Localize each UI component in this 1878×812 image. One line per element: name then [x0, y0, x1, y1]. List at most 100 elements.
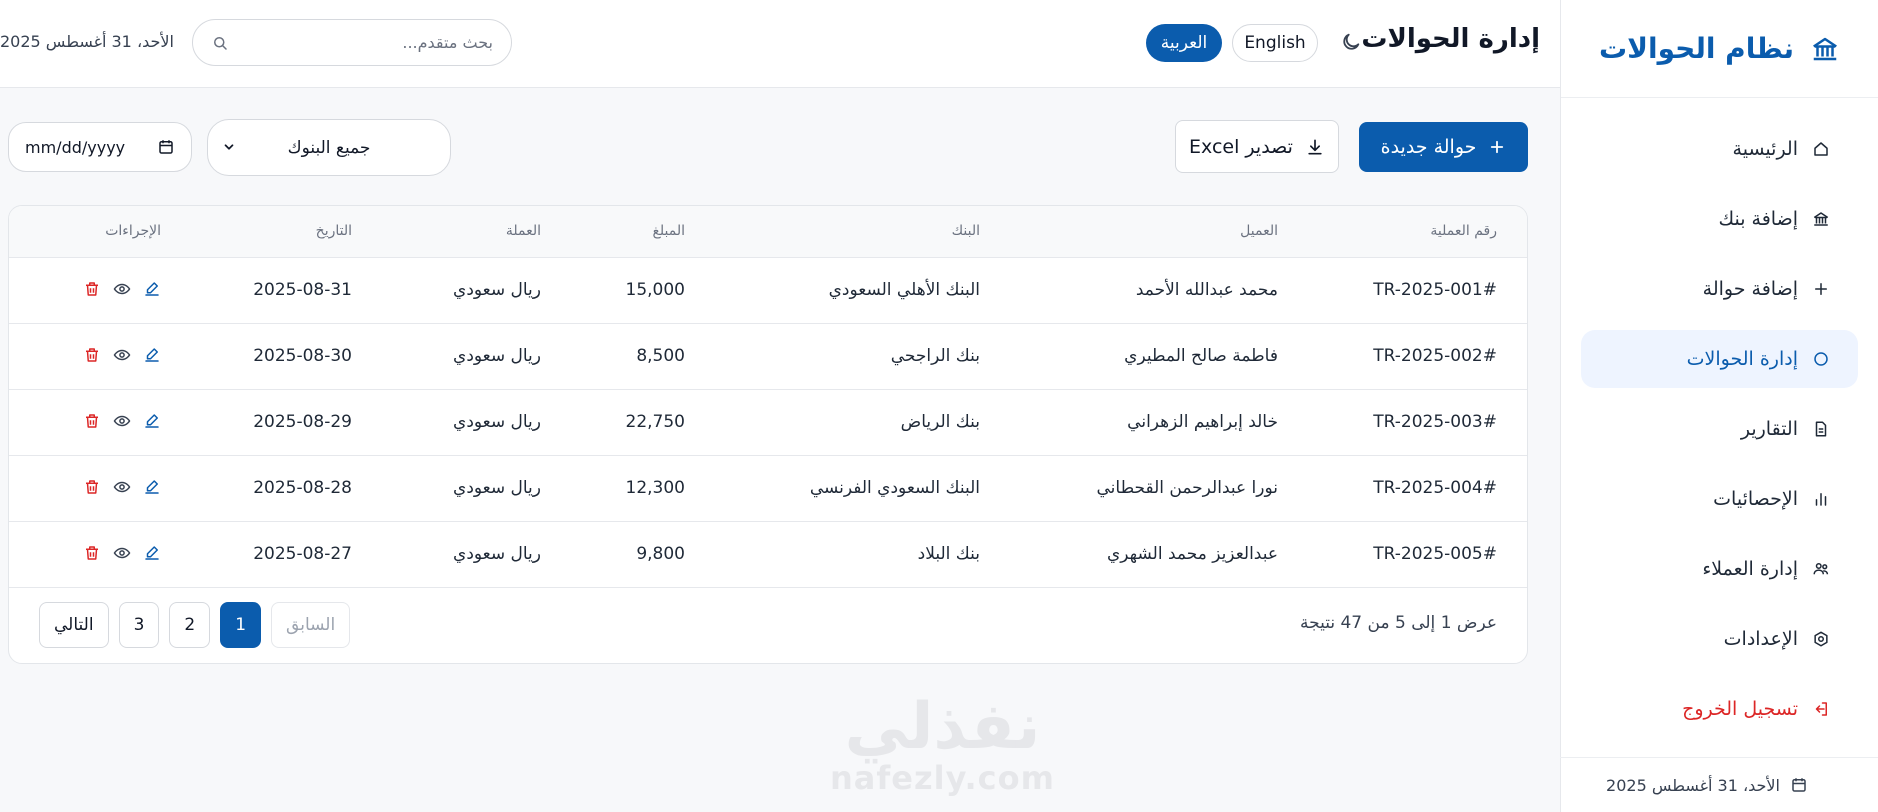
search-input[interactable]: [239, 33, 493, 52]
cell-currency: ريال سعودي: [453, 544, 541, 564]
delete-icon[interactable]: [83, 544, 101, 562]
row-actions: [83, 412, 161, 430]
circle-icon: [1814, 352, 1828, 366]
arabic-language-button[interactable]: العربية: [1146, 24, 1222, 62]
page-2-button[interactable]: 2: [169, 602, 211, 648]
table-row[interactable]: #TR-2025-003 خالد إبراهيم الزهراني بنك الر…: [9, 390, 1527, 456]
table-footer: عرض 1 إلى 5 من 47 نتيجة التالي 3 2 1 الس…: [9, 587, 1527, 663]
results-summary: عرض 1 إلى 5 من 47 نتيجة: [1299, 613, 1497, 633]
sidebar-item-add-bank[interactable]: إضافة بنك: [1581, 190, 1858, 248]
column-header-date[interactable]: التاريخ: [316, 223, 352, 239]
table-row[interactable]: #TR-2025-001 محمد عبدالله الأحمد البنك الأ…: [9, 258, 1527, 324]
watermark-arabic: نفذلي: [844, 690, 1041, 764]
sidebar-item-settings[interactable]: الإعدادات: [1581, 610, 1858, 668]
cell-id: #TR-2025-004: [1373, 478, 1497, 498]
cell-bank: بنك البلاد: [917, 544, 980, 564]
english-language-button[interactable]: English: [1232, 24, 1318, 62]
edit-icon[interactable]: [143, 478, 161, 496]
cell-bank: البنك الأهلي السعودي: [828, 280, 980, 300]
top-bar: إدارة الحوالات English العربية الأحد، 31…: [0, 0, 1560, 88]
brand[interactable]: نظام الحوالات: [1561, 0, 1878, 98]
bank-filter-value: جميع البنوك: [287, 137, 371, 158]
cell-client: فاطمة صالح المطيري: [1124, 346, 1278, 366]
view-icon[interactable]: [113, 280, 131, 298]
previous-page-button[interactable]: السابق: [271, 602, 351, 648]
cell-id: #TR-2025-001: [1373, 280, 1497, 300]
view-icon[interactable]: [113, 478, 131, 496]
date-filter-placeholder: mm/dd/yyyy: [25, 137, 126, 157]
watermark-logo: نفذلي nafezly.com: [830, 695, 1055, 797]
sidebar-item-label: إضافة حوالة: [1702, 278, 1798, 300]
delete-icon[interactable]: [83, 346, 101, 364]
sidebar-item-clients[interactable]: إدارة العملاء: [1581, 540, 1858, 598]
table-row[interactable]: #TR-2025-005 عبدالعزيز محمد الشهري بنك الب…: [9, 522, 1527, 588]
view-icon[interactable]: [113, 544, 131, 562]
cell-amount: 8,500: [636, 346, 685, 366]
sidebar-item-label: إدارة العملاء: [1702, 558, 1798, 580]
sidebar-item-statistics[interactable]: الإحصائيات: [1581, 470, 1858, 528]
search-icon: [214, 36, 227, 50]
row-actions: [83, 346, 161, 364]
edit-icon[interactable]: [143, 412, 161, 430]
bank-icon: [1813, 212, 1829, 226]
sidebar-item-label: الإعدادات: [1723, 628, 1798, 650]
cell-currency: ريال سعودي: [453, 280, 541, 300]
page-3-button[interactable]: 3: [118, 602, 160, 648]
cell-currency: ريال سعودي: [453, 346, 541, 366]
delete-icon[interactable]: [83, 280, 101, 298]
cell-bank: بنك الراجحي: [890, 346, 980, 366]
row-actions: [83, 478, 161, 496]
cell-date: 2025-08-30: [253, 346, 352, 366]
new-transfer-label: حوالة جديدة: [1380, 136, 1477, 158]
sidebar-item-label: إضافة بنك: [1718, 208, 1798, 230]
column-header-currency[interactable]: العملة: [506, 223, 541, 239]
next-page-button[interactable]: التالي: [39, 602, 109, 648]
page-1-button[interactable]: 1: [220, 602, 262, 648]
bank-filter-select[interactable]: جميع البنوك: [207, 119, 451, 176]
view-icon[interactable]: [113, 346, 131, 364]
column-header-client[interactable]: العميل: [1240, 223, 1278, 239]
cell-client: عبدالعزيز محمد الشهري: [1106, 544, 1278, 564]
cell-amount: 12,300: [625, 478, 685, 498]
sidebar-footer: الأحد، 31 أغسطس 2025: [1560, 757, 1878, 812]
column-header-id[interactable]: رقم العملية: [1430, 223, 1497, 239]
bar-chart-icon: [1815, 493, 1827, 506]
cell-id: #TR-2025-003: [1373, 412, 1497, 432]
home-icon: [1814, 142, 1828, 156]
sidebar-item-logout[interactable]: تسجيل الخروج: [1581, 680, 1858, 738]
sidebar-item-home[interactable]: الرئيسية: [1581, 120, 1858, 178]
header-date: الأحد، 31 أغسطس 2025: [0, 32, 174, 51]
toolbar: حوالة جديدة تصدير Excel جميع البنوك mm/d…: [8, 119, 1528, 176]
moon-icon[interactable]: [1340, 31, 1362, 53]
row-actions: [83, 544, 161, 562]
cell-currency: ريال سعودي: [453, 412, 541, 432]
cell-id: #TR-2025-002: [1373, 346, 1497, 366]
cell-client: خالد إبراهيم الزهراني: [1127, 412, 1278, 432]
table-row[interactable]: #TR-2025-002 فاطمة صالح المطيري بنك الراجح…: [9, 324, 1527, 390]
export-excel-button[interactable]: تصدير Excel: [1175, 120, 1339, 173]
column-header-amount[interactable]: المبلغ: [652, 223, 685, 239]
edit-icon[interactable]: [143, 544, 161, 562]
date-filter-input[interactable]: mm/dd/yyyy: [8, 122, 192, 172]
sidebar-item-label: الرئيسية: [1732, 138, 1798, 160]
table-header: رقم العملية العميل البنك المبلغ العملة ا…: [9, 206, 1527, 258]
sidebar-item-reports[interactable]: التقارير: [1581, 400, 1858, 458]
sidebar-date: الأحد، 31 أغسطس 2025: [1606, 775, 1780, 795]
column-header-bank[interactable]: البنك: [952, 223, 980, 239]
sidebar-item-add-transfer[interactable]: إضافة حوالة: [1581, 260, 1858, 318]
pagination: التالي 3 2 1 السابق: [39, 602, 351, 648]
edit-icon[interactable]: [143, 280, 161, 298]
delete-icon[interactable]: [83, 478, 101, 496]
cell-client: نورا عبدالرحمن القحطاني: [1096, 478, 1278, 498]
export-label: تصدير Excel: [1189, 135, 1293, 158]
edit-icon[interactable]: [143, 346, 161, 364]
download-icon: [1308, 139, 1322, 154]
view-icon[interactable]: [113, 412, 131, 430]
new-transfer-button[interactable]: حوالة جديدة: [1359, 122, 1528, 172]
table-row[interactable]: #TR-2025-004 نورا عبدالرحمن القحطاني البنك…: [9, 456, 1527, 522]
delete-icon[interactable]: [83, 412, 101, 430]
calendar-icon: [1792, 778, 1806, 792]
cell-amount: 9,800: [636, 544, 685, 564]
sidebar-item-manage-transfers[interactable]: إدارة الحوالات: [1581, 330, 1858, 388]
table-body: #TR-2025-001 محمد عبدالله الأحمد البنك الأ…: [9, 258, 1527, 588]
